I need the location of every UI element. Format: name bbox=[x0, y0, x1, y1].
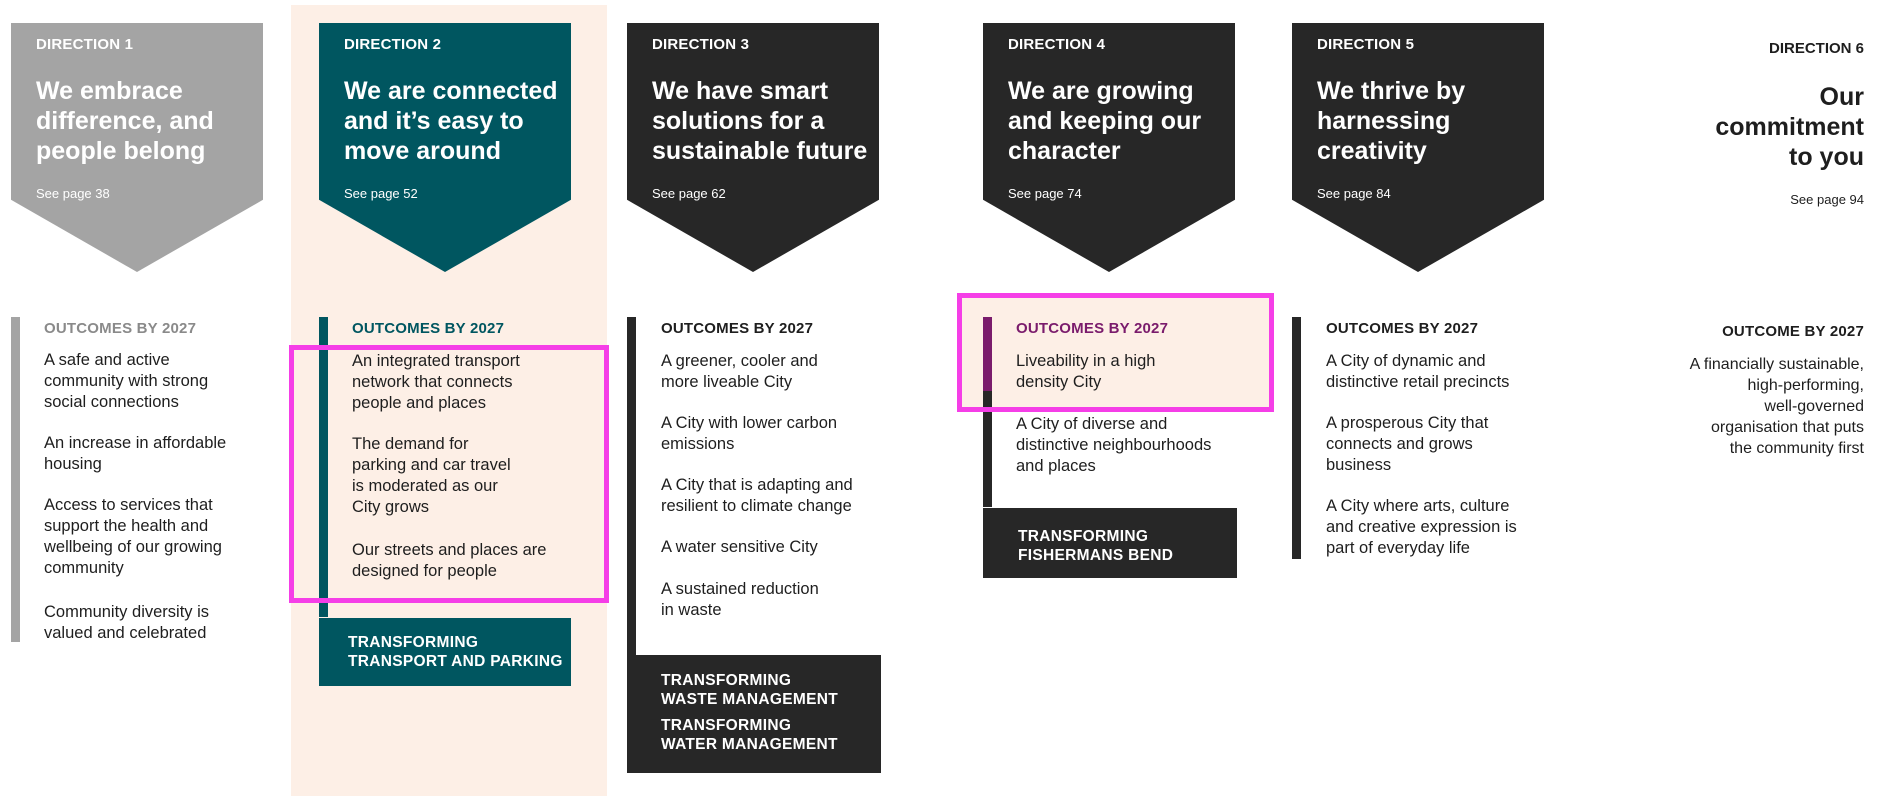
direction-title: We are connected and it’s easy to move aro… bbox=[344, 77, 558, 165]
direction-6-panel: DIRECTION 6 Our commitment to you See page… bbox=[1648, 24, 1894, 484]
outcome-item: A sustained reduction in waste bbox=[661, 580, 819, 619]
direction-title: Our commitment to you bbox=[1715, 83, 1864, 171]
see-page-link[interactable]: See page 52 bbox=[344, 186, 418, 201]
outcome-item: Community diversity is valued and celebra… bbox=[44, 603, 210, 642]
outcome-item: A City of diverse and distinctive neighbo… bbox=[1016, 415, 1212, 475]
outcome-item: A financially sustainable, high-performin… bbox=[1689, 356, 1864, 457]
outcome-item: A safe and active community with strong so… bbox=[44, 351, 209, 411]
direction-title: We embrace difference, and people belong bbox=[36, 77, 214, 165]
direction-label: DIRECTION 3 bbox=[652, 36, 750, 53]
direction-1-banner: DIRECTION 1 We embrace difference, and peo… bbox=[11, 23, 263, 272]
outcomes-bar bbox=[11, 317, 20, 642]
highlight-box bbox=[289, 345, 609, 603]
see-page-link[interactable]: See page 94 bbox=[1790, 192, 1864, 207]
direction-label: DIRECTION 4 bbox=[1008, 36, 1106, 53]
outcome-item: A City of dynamic and distinctive retail … bbox=[1326, 352, 1510, 391]
outcomes-title: OUTCOME BY 2027 bbox=[1722, 323, 1864, 340]
direction-4-banner: DIRECTION 4 We are growing and keeping ou… bbox=[983, 23, 1235, 272]
direction-label: DIRECTION 5 bbox=[1317, 36, 1415, 53]
outcome-item: A City where arts, culture and creative e… bbox=[1326, 497, 1517, 557]
direction-title: We have smart solutions for a sustainable … bbox=[652, 77, 868, 165]
outcome-item: A City with lower carbon emissions bbox=[661, 414, 838, 453]
outcome-item: A City that is adapting and resilient to … bbox=[661, 476, 853, 515]
transforming-block: TRANSFORMING FISHERMANS BEND bbox=[983, 508, 1237, 578]
outcomes-title: OUTCOMES BY 2027 bbox=[44, 320, 197, 337]
see-page-link[interactable]: See page 74 bbox=[1008, 186, 1082, 201]
direction-title: We are growing and keeping our character bbox=[1008, 77, 1202, 165]
outcome-item: A water sensitive City bbox=[661, 538, 818, 556]
see-page-link[interactable]: See page 62 bbox=[652, 186, 726, 201]
outcome-item: Access to services that support the healt… bbox=[44, 496, 222, 577]
see-page-link[interactable]: See page 84 bbox=[1317, 186, 1391, 201]
transforming-block: TRANSFORMING WASTE MANAGEMENT TRANSFORMIN… bbox=[627, 655, 881, 773]
direction-3-banner: DIRECTION 3 We have smart solutions for a… bbox=[627, 23, 879, 272]
direction-title: We thrive by harnessing creativity bbox=[1317, 77, 1466, 165]
outcome-item: A greener, cooler and more liveable City bbox=[661, 352, 818, 391]
direction-5-banner: DIRECTION 5 We thrive by harnessing creati… bbox=[1292, 23, 1544, 272]
outcomes-title: OUTCOMES BY 2027 bbox=[352, 320, 505, 337]
outcome-item: An increase in affordable housing bbox=[44, 434, 227, 473]
outcomes-bar bbox=[627, 317, 636, 657]
outcomes-title: OUTCOMES BY 2027 bbox=[661, 320, 814, 337]
direction-label: DIRECTION 1 bbox=[36, 36, 134, 53]
transforming-block: TRANSFORMING TRANSPORT AND PARKING bbox=[319, 618, 571, 686]
direction-label: DIRECTION 6 bbox=[1768, 40, 1864, 57]
highlight-box bbox=[957, 293, 1274, 412]
outcomes-bar bbox=[1292, 317, 1301, 559]
outcome-item: A prosperous City that connects and grows… bbox=[1326, 414, 1489, 474]
outcomes-title: OUTCOMES BY 2027 bbox=[1326, 320, 1479, 337]
see-page-link[interactable]: See page 38 bbox=[36, 186, 110, 201]
direction-label: DIRECTION 2 bbox=[344, 36, 442, 53]
